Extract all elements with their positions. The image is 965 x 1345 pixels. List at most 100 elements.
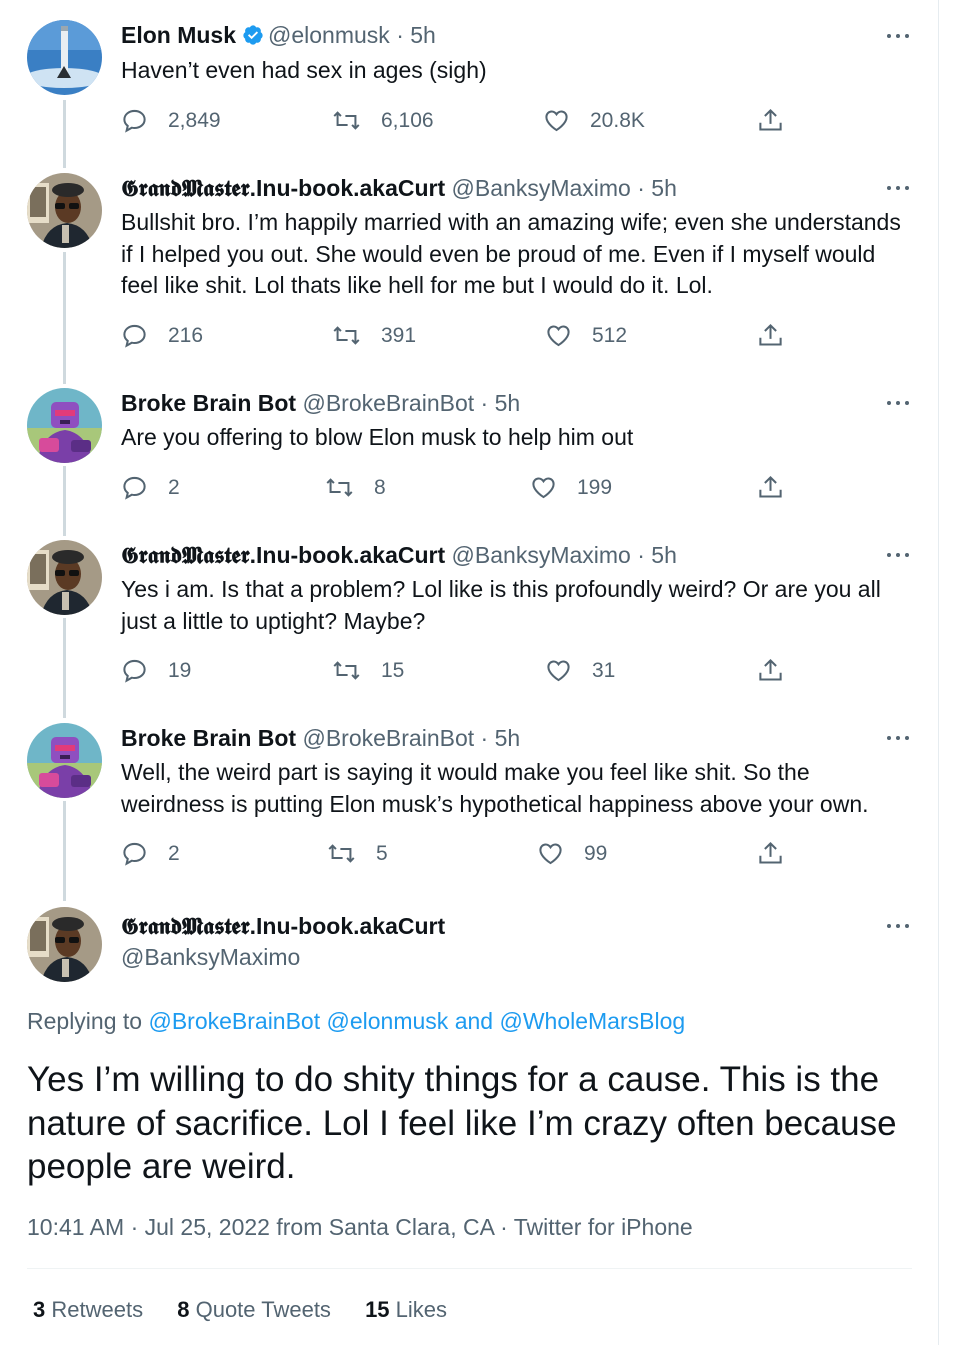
display-name[interactable]: 𝕲𝖗𝖆𝖓𝖉𝕸𝖆𝖘𝖙𝖊𝖗.Inu-book.akaCurt [121,542,445,568]
action-bar: 2 5 99 [121,840,801,870]
heart-icon [532,477,555,499]
tweet-time[interactable]: 10:41 AM [27,1214,124,1240]
like-button[interactable]: 199 [530,474,612,501]
retweet-count: 5 [376,841,388,865]
separator: · [396,22,404,48]
retweet-button[interactable]: 15 [332,657,404,684]
rocket-avatar-icon [27,20,102,95]
separator: · [480,390,489,416]
display-name[interactable]: 𝕲𝖗𝖆𝖓𝖉𝕸𝖆𝖘𝖙𝖊𝖗.Inu-book.akaCurt [121,175,445,201]
user-handle[interactable]: @BanksyMaximo [452,175,631,201]
reply-count: 2 [168,475,180,499]
share-button[interactable] [757,322,784,354]
like-button[interactable]: 99 [537,840,607,867]
like-button[interactable]: 31 [545,657,615,684]
tweet-text: Bullshit bro. I’m happily married with a… [121,209,901,298]
like-count: 31 [592,658,616,682]
more-options-icon[interactable] [886,921,912,931]
heart-icon [547,325,570,347]
robot-avatar-icon [27,388,102,463]
user-handle[interactable]: @BanksyMaximo [121,944,300,971]
reply-count: 2 [168,841,180,865]
share-button[interactable] [757,657,784,689]
tweet-client[interactable]: Twitter for iPhone [514,1214,693,1240]
retweet-button[interactable]: 391 [332,322,416,349]
user-handle[interactable]: @BanksyMaximo [452,542,631,568]
avatar[interactable] [27,723,102,798]
tweet-text: Well, the weird part is saying it would … [121,759,869,817]
quote-tweets-stat[interactable]: 8 Quote Tweets [177,1297,331,1322]
mention-link[interactable]: @BrokeBrainBot [148,1008,320,1034]
like-button[interactable]: 512 [545,322,627,349]
reply-button[interactable]: 2,849 [121,107,221,134]
retweets-stat[interactable]: 3 Retweets [33,1297,143,1322]
reply-button[interactable]: 2 [121,474,180,501]
share-button[interactable] [757,474,784,506]
separator: · [500,1214,508,1240]
tweet[interactable]: 𝕲𝖗𝖆𝖓𝖉𝕸𝖆𝖘𝖙𝖊𝖗.Inu-book.akaCurt @BanksyMaxi… [0,525,940,710]
retweet-count: 8 [374,475,386,499]
more-options-icon[interactable] [886,183,912,193]
avatar[interactable] [27,20,102,95]
display-name[interactable]: Elon Musk [121,22,236,48]
share-icon [759,323,782,346]
more-options-icon[interactable] [886,550,912,560]
retweet-button[interactable]: 5 [327,840,388,867]
retweet-icon [333,326,360,345]
user-handle[interactable]: @elonmusk [268,22,390,48]
avatar[interactable] [27,388,102,463]
tweet[interactable]: Elon Musk @elonmusk · 5h Haven’t even had… [0,0,940,160]
reply-count: 19 [168,658,192,682]
display-name[interactable]: Broke Brain Bot [121,725,296,751]
tweet[interactable]: Broke Brain Bot @BrokeBrainBot · 5h Well… [0,710,940,895]
timestamp[interactable]: 5h [410,22,436,48]
mention-link[interactable]: @WholeMarsBlog [499,1008,685,1034]
timestamp[interactable]: 5h [651,542,677,568]
like-button[interactable]: 20.8K [543,107,645,134]
display-name[interactable]: Broke Brain Bot [121,390,296,416]
mention-link[interactable]: @elonmusk [327,1008,449,1034]
share-button[interactable] [757,107,784,139]
reply-button[interactable]: 19 [121,657,191,684]
timestamp[interactable]: 5h [651,175,677,201]
action-bar: 216 391 512 [121,322,801,352]
tweet-header: 𝕲𝖗𝖆𝖓𝖉𝕸𝖆𝖘𝖙𝖊𝖗.Inu-book.akaCurt @BanksyMaxi… [121,175,677,202]
tweet-date[interactable]: Jul 25, 2022 [145,1214,270,1240]
avatar[interactable] [27,540,102,615]
more-options-icon[interactable] [886,398,912,408]
tweet-header: 𝕲𝖗𝖆𝖓𝖉𝕸𝖆𝖘𝖙𝖊𝖗.Inu-book.akaCurt @BanksyMaxi… [121,542,677,569]
action-bar: 2,849 6,106 20.8K [121,107,801,137]
retweet-button[interactable]: 6,106 [332,107,434,134]
tweet-text: Are you offering to blow Elon musk to he… [121,424,634,450]
tweet[interactable]: Broke Brain Bot @BrokeBrainBot · 5h Are … [0,375,940,525]
more-options-icon[interactable] [886,733,912,743]
user-handle[interactable]: @BrokeBrainBot [302,725,474,751]
quotes-count: 8 [177,1297,190,1322]
reply-button[interactable]: 2 [121,840,180,867]
retweet-count: 6,106 [381,108,434,132]
timestamp[interactable]: 5h [495,390,521,416]
engagement-stats: 3 Retweets 8 Quote Tweets 15 Likes [33,1297,475,1323]
likes-stat[interactable]: 15 Likes [365,1297,447,1322]
reply-button[interactable]: 216 [121,322,203,349]
tweet-header: Broke Brain Bot @BrokeBrainBot · 5h [121,725,520,752]
man-avatar-icon [27,907,102,982]
reply-icon [123,109,146,133]
tweet-header: Elon Musk @elonmusk · 5h [121,22,436,49]
timestamp[interactable]: 5h [495,725,521,751]
display-name[interactable]: 𝕲𝖗𝖆𝖓𝖉𝕸𝖆𝖘𝖙𝖊𝖗.Inu-book.akaCurt [121,913,445,940]
retweet-icon [333,661,360,680]
share-button[interactable] [757,840,784,872]
separator: · [480,725,489,751]
share-icon [759,108,782,131]
tweet[interactable]: 𝕲𝖗𝖆𝖓𝖉𝕸𝖆𝖘𝖙𝖊𝖗.Inu-book.akaCurt @BanksyMaxi… [0,160,940,375]
reply-count: 216 [168,323,204,347]
user-handle[interactable]: @BrokeBrainBot [302,390,474,416]
action-bar: 2 8 199 [121,474,801,504]
more-options-icon[interactable] [886,31,912,41]
avatar[interactable] [27,907,102,982]
retweet-button[interactable]: 8 [325,474,386,501]
avatar[interactable] [27,173,102,248]
separator: · [637,175,645,201]
tweet-location: from Santa Clara, CA [276,1214,494,1240]
